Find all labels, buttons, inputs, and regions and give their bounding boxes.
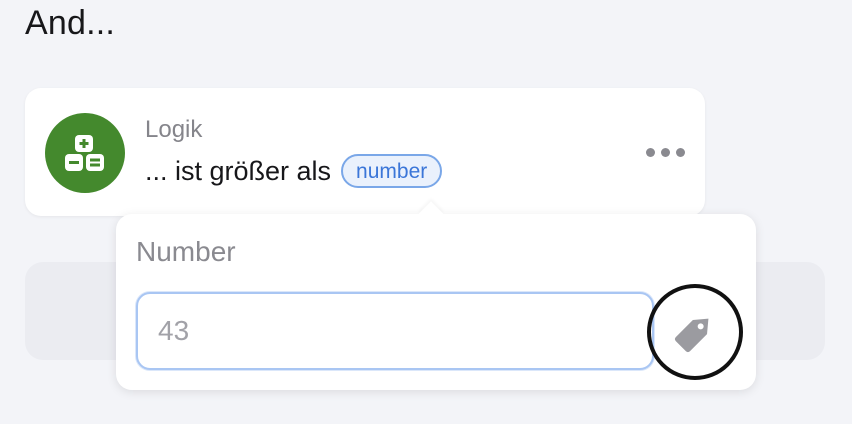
- condition-card[interactable]: Logik ... ist größer als number: [25, 88, 705, 216]
- number-field-label: Number: [136, 236, 236, 267]
- condition-line: ... ist größer als number: [145, 154, 443, 188]
- more-horizontal-icon-dot: [675, 147, 685, 157]
- more-horizontal-icon: [645, 147, 655, 157]
- more-options-button[interactable]: [637, 136, 693, 168]
- number-input[interactable]: [136, 292, 654, 370]
- condition-text: ... ist größer als: [145, 155, 332, 186]
- category-avatar: [45, 113, 125, 193]
- tag-button[interactable]: [647, 284, 743, 380]
- calculator-icon: [65, 135, 104, 171]
- tag-icon: [674, 318, 709, 353]
- parameter-chip-number[interactable]: number: [341, 154, 443, 188]
- section-title: And...: [25, 4, 116, 42]
- more-horizontal-icon-dot: [660, 147, 670, 157]
- number-parameter-popover: Number: [116, 201, 756, 390]
- category-label: Logik: [145, 116, 203, 143]
